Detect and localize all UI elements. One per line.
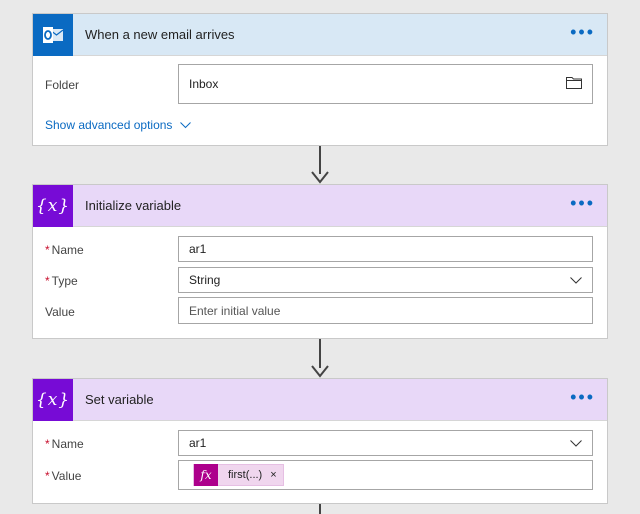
expression-token[interactable]: fx first(...) ×: [193, 464, 284, 486]
folder-row: Folder Inbox: [33, 64, 607, 104]
name-input[interactable]: ar1: [178, 236, 593, 262]
initialize-variable-title: Initialize variable: [85, 198, 182, 213]
name-value: ar1: [189, 242, 207, 256]
required-marker: *: [45, 274, 50, 288]
initialize-variable-header[interactable]: {x} Initialize variable •••: [33, 184, 607, 227]
folder-icon[interactable]: [566, 76, 582, 92]
required-marker: *: [45, 469, 50, 483]
required-marker: *: [45, 243, 50, 257]
arrow-down-icon: [311, 365, 329, 378]
type-label: * Type: [45, 274, 78, 288]
variable-icon: {x}: [33, 378, 73, 421]
trigger-card-header[interactable]: When a new email arrives •••: [33, 13, 607, 56]
name-value: ar1: [189, 436, 207, 450]
chevron-down-icon[interactable]: [570, 436, 582, 450]
folder-value: Inbox: [189, 77, 219, 91]
arrow-down-icon: [311, 171, 329, 184]
more-options-button[interactable]: •••: [570, 23, 595, 41]
trigger-title: When a new email arrives: [85, 27, 235, 42]
type-label-text: Type: [51, 274, 78, 288]
type-value: String: [189, 273, 221, 287]
name-select[interactable]: ar1: [178, 430, 593, 456]
connector-line: [319, 504, 321, 514]
remove-token-button[interactable]: ×: [270, 469, 276, 481]
set-variable-title: Set variable: [85, 392, 154, 407]
token-label: first(...): [228, 469, 263, 481]
name-label-text: Name: [51, 437, 84, 451]
value-label-text: Value: [51, 469, 82, 483]
set-variable-header[interactable]: {x} Set variable •••: [33, 378, 607, 421]
name-label-text: Name: [51, 243, 84, 257]
value-label: * Value: [45, 469, 81, 483]
fx-icon: fx: [194, 464, 218, 486]
outlook-icon: [33, 13, 73, 56]
more-options-button[interactable]: •••: [570, 388, 595, 406]
variable-icon: {x}: [33, 184, 73, 227]
set-variable-card: {x} Set variable ••• * Name ar1 * Value fx…: [32, 378, 608, 504]
name-label: * Name: [45, 243, 84, 257]
value-placeholder: Enter initial value: [189, 303, 281, 318]
value-label: Value: [45, 305, 75, 319]
show-advanced-options-link[interactable]: Show advanced options: [45, 118, 191, 132]
more-options-button[interactable]: •••: [570, 194, 595, 212]
folder-input[interactable]: Inbox: [178, 64, 593, 104]
initialize-variable-card: {x} Initialize variable ••• * Name ar1 * T…: [32, 184, 608, 339]
chevron-down-icon[interactable]: [570, 273, 582, 287]
value-input[interactable]: Enter initial value: [178, 297, 593, 324]
required-marker: *: [45, 437, 50, 451]
chevron-down-icon: [179, 122, 191, 129]
advanced-link-label: Show advanced options: [45, 118, 173, 132]
folder-label: Folder: [45, 78, 80, 92]
type-select[interactable]: String: [178, 267, 593, 293]
name-label: * Name: [45, 437, 84, 451]
value-input[interactable]: fx first(...) ×: [178, 460, 593, 490]
trigger-card: When a new email arrives ••• Folder Inbo…: [32, 13, 608, 146]
